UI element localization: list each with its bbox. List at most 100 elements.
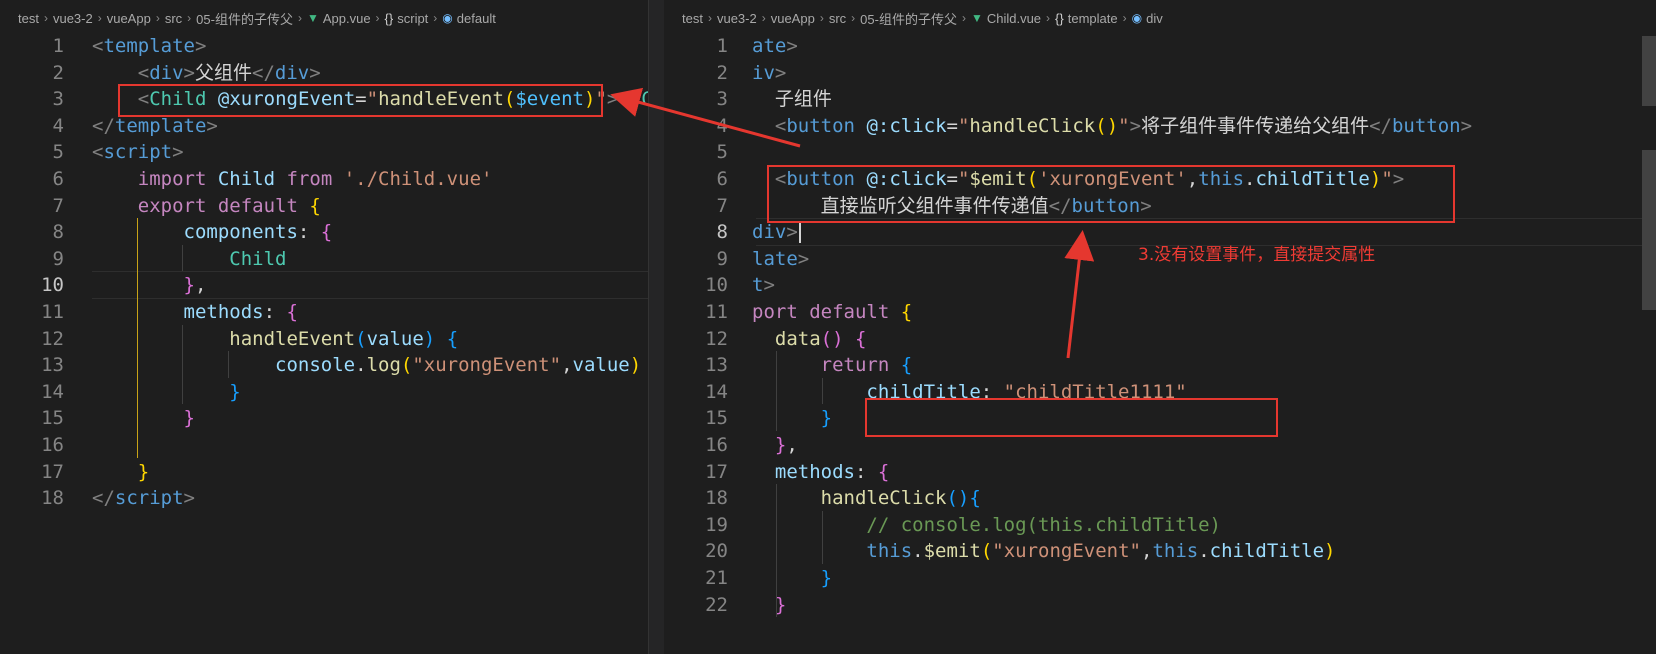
code-token: } bbox=[820, 407, 833, 430]
code-line[interactable]: 17 } bbox=[0, 458, 648, 486]
code-line[interactable]: 14 } bbox=[0, 378, 648, 406]
chevron-right-icon: › bbox=[1046, 11, 1051, 25]
breadcrumb-item[interactable]: ◉ div bbox=[1132, 11, 1163, 26]
code-line[interactable]: 11 port default { bbox=[664, 298, 1656, 326]
code-token: this bbox=[1152, 540, 1199, 563]
breadcrumb-item[interactable]: vue3-2 bbox=[717, 11, 757, 26]
code-line[interactable]: 18 handleClick(){ bbox=[664, 484, 1656, 512]
breadcrumb-item[interactable]: 05-组件的子传父 bbox=[196, 9, 293, 28]
code-line[interactable]: 17 methods: { bbox=[664, 458, 1656, 486]
breadcrumb-item[interactable]: ▼ Child.vue bbox=[971, 11, 1041, 26]
code-text: } bbox=[752, 591, 786, 619]
code-line[interactable]: 9 Child bbox=[0, 245, 648, 273]
code-token: './Child.vue' bbox=[343, 168, 493, 190]
breadcrumb-item[interactable]: src bbox=[165, 11, 182, 26]
code-line[interactable]: 20 this.$emit("xurongEvent",this.childTi… bbox=[664, 537, 1656, 565]
highlight-box-child-title bbox=[865, 398, 1278, 437]
code-line[interactable]: 13 console.log("xurongEvent",value) bbox=[0, 351, 648, 379]
breadcrumb-item[interactable]: vue3-2 bbox=[53, 11, 93, 26]
breadcrumb-item[interactable]: 05-组件的子传父 bbox=[860, 9, 957, 28]
code-text: </script> bbox=[92, 484, 195, 512]
code-line[interactable]: 7 export default { bbox=[0, 192, 648, 220]
right-editor-pane[interactable]: test › vue3-2 › vueApp › src › 05-组件的子传父 › ▼ Child.… bbox=[664, 0, 1656, 654]
code-text: late> bbox=[752, 245, 809, 273]
code-line[interactable]: 1 <template> bbox=[0, 32, 648, 60]
breadcrumb-item[interactable]: {} script bbox=[385, 11, 429, 26]
code-line[interactable]: 4 <button @:click="handleClick()">将子组件事件… bbox=[664, 112, 1656, 140]
code-line[interactable]: 5 bbox=[664, 138, 1656, 166]
code-line[interactable]: 16 bbox=[0, 431, 648, 459]
breadcrumb[interactable]: test › vue3-2 › vueApp › src › 05-组件的子传父 › ▼ App.vu… bbox=[0, 0, 648, 36]
code-line[interactable]: 5 <script> bbox=[0, 138, 648, 166]
breadcrumb-label: script bbox=[397, 10, 429, 26]
line-number: 17 bbox=[705, 460, 728, 483]
line-number: 18 bbox=[705, 487, 728, 510]
breadcrumb-label: App.vue bbox=[322, 10, 371, 26]
code-token: () bbox=[946, 487, 970, 510]
code-token: console bbox=[275, 354, 356, 377]
code-text: } bbox=[92, 404, 195, 432]
code-line[interactable]: 21 } bbox=[664, 564, 1656, 592]
code-line[interactable]: 2 iv> bbox=[664, 59, 1656, 87]
breadcrumb-item[interactable]: test bbox=[682, 11, 703, 26]
breadcrumb-item[interactable]: vueApp bbox=[107, 11, 151, 26]
code-token: script bbox=[114, 487, 184, 510]
code-token: </ bbox=[92, 487, 115, 510]
code-line[interactable]: 10 }, bbox=[0, 271, 648, 299]
code-line[interactable]: 19 // console.log(this.childTitle) bbox=[664, 511, 1656, 539]
code-token: import bbox=[137, 168, 207, 190]
code-line[interactable]: 1 ate> bbox=[664, 32, 1656, 60]
indent-guide bbox=[822, 510, 823, 564]
chevron-right-icon: › bbox=[851, 11, 856, 25]
code-line[interactable]: 18 </script> bbox=[0, 484, 648, 512]
box-icon: ◉ bbox=[442, 11, 453, 25]
code-token: log bbox=[366, 354, 401, 377]
vertical-scrollbar[interactable] bbox=[1642, 0, 1656, 654]
breadcrumb-item[interactable]: ▼ App.vue bbox=[307, 11, 371, 26]
code-line[interactable]: 10 t> bbox=[664, 271, 1656, 299]
breadcrumb[interactable]: test › vue3-2 › vueApp › src › 05-组件的子传父 › ▼ Child.… bbox=[664, 0, 1656, 36]
code-text: this.$emit("xurongEvent",this.childTitle… bbox=[752, 537, 1335, 565]
code-line[interactable]: 22 } bbox=[664, 591, 1656, 619]
code-token: } bbox=[229, 380, 241, 403]
code-token: > bbox=[774, 61, 787, 84]
code-line[interactable]: 3 子组件 bbox=[664, 85, 1656, 113]
code-line[interactable]: 6 import Child from './Child.vue' bbox=[0, 165, 648, 193]
line-number: 13 bbox=[705, 354, 728, 377]
code-token: script bbox=[103, 141, 173, 164]
code-line[interactable]: 2 <div>父组件</div> bbox=[0, 59, 648, 87]
scrollbar-thumb[interactable] bbox=[1642, 150, 1656, 310]
code-text: import Child from './Child.vue' bbox=[92, 165, 493, 193]
breadcrumb-item[interactable]: src bbox=[829, 11, 846, 26]
breadcrumb-label: vueApp bbox=[106, 10, 151, 26]
breadcrumb-item[interactable]: {} template bbox=[1055, 11, 1118, 26]
code-line[interactable]: 11 methods: { bbox=[0, 298, 648, 326]
code-token: < bbox=[92, 35, 104, 57]
code-token: { bbox=[286, 301, 298, 323]
scrollbar-thumb[interactable] bbox=[1642, 36, 1656, 106]
code-line[interactable]: 12 handleEvent(value) { bbox=[0, 325, 648, 353]
code-token: . bbox=[912, 540, 924, 563]
breadcrumb-item[interactable]: ◉ default bbox=[442, 11, 496, 26]
breadcrumb-label: vue3-2 bbox=[716, 10, 757, 26]
code-token: < bbox=[92, 141, 104, 164]
code-text: console.log("xurongEvent",value) bbox=[92, 351, 641, 379]
breadcrumb-item[interactable]: vueApp bbox=[771, 11, 815, 26]
code-line[interactable]: 8 components: { bbox=[0, 218, 648, 246]
breadcrumb-label: default bbox=[456, 10, 496, 26]
code-line[interactable]: 15 } bbox=[0, 404, 648, 432]
code-line[interactable]: 13 return { bbox=[664, 351, 1656, 379]
code-line[interactable]: 12 data() { bbox=[664, 325, 1656, 353]
highlight-box-child-event bbox=[118, 84, 603, 117]
code-token: return bbox=[820, 354, 890, 377]
code-text: handleClick(){ bbox=[752, 484, 981, 512]
breadcrumb-item[interactable]: test bbox=[18, 11, 39, 26]
